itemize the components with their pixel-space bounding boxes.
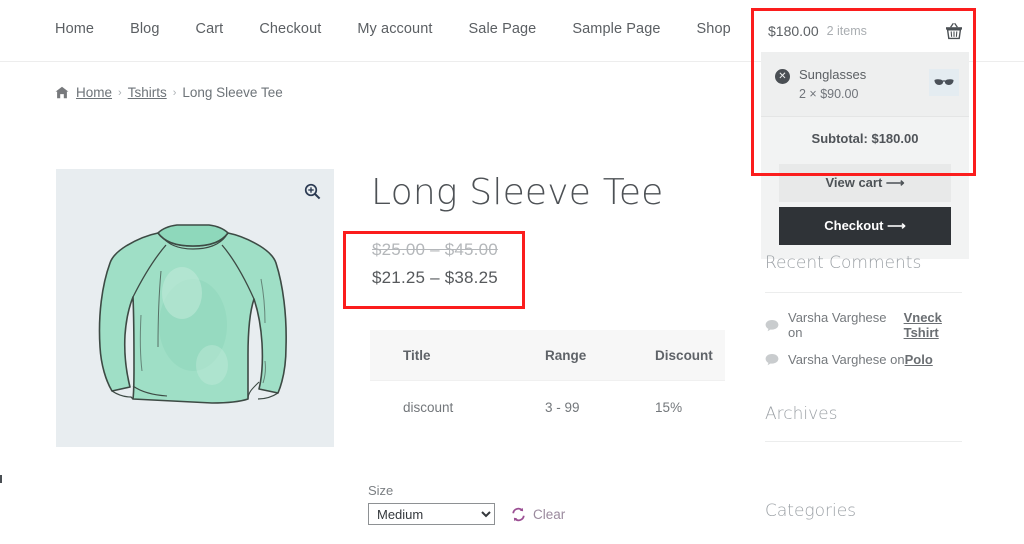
cart-item-name[interactable]: Sunglasses — [799, 67, 929, 82]
size-row: Medium Clear — [368, 503, 565, 525]
clear-variations-link[interactable]: Clear — [511, 507, 565, 522]
price-block: $25.00 – $45.00 $21.25 – $38.25 — [372, 240, 498, 288]
nav-item-checkout[interactable]: Checkout — [259, 21, 321, 37]
divider — [765, 292, 962, 293]
shopping-basket-icon[interactable] — [945, 22, 963, 45]
recent-comments-list: Varsha Varghese on Vneck Tshirt Varsha V… — [765, 310, 980, 379]
page-root: Home Blog Cart Checkout My account Sale … — [0, 0, 1024, 544]
size-label: Size — [368, 483, 394, 498]
cart-item-list: ✕ Sunglasses 2 × $90.00 Subtotal: $180.0… — [761, 52, 969, 259]
main-navigation: Home Blog Cart Checkout My account Sale … — [55, 21, 731, 37]
page-edge-marker — [0, 475, 2, 483]
comment-bubble-icon — [765, 353, 779, 366]
magnifier-plus-icon[interactable] — [300, 179, 324, 203]
cart-subtotal: Subtotal: $180.00 — [761, 116, 969, 160]
cart-total: $180.00 — [768, 23, 819, 39]
table-header-discount: Discount — [655, 348, 713, 363]
size-select[interactable]: Medium — [368, 503, 495, 525]
checkout-button[interactable]: Checkout ⟶ — [779, 207, 951, 245]
breadcrumb: Home › Tshirts › Long Sleeve Tee — [55, 85, 283, 100]
nav-item-home[interactable]: Home — [55, 21, 94, 37]
sidebar: $180.00 2 items ✕ Sunglasses 2 × $90.00 … — [745, 0, 1024, 544]
list-item: ✕ Sunglasses 2 × $90.00 — [761, 52, 969, 116]
product-gallery[interactable] — [56, 169, 334, 447]
table-header-title: Title — [403, 348, 431, 363]
nav-item-sale-page[interactable]: Sale Page — [469, 21, 537, 37]
cart-buttons: View cart ⟶ Checkout ⟶ — [761, 160, 969, 259]
table-header-row: Title Range Discount — [370, 330, 725, 381]
cart-item-count: 2 items — [826, 24, 867, 38]
breadcrumb-link-home[interactable]: Home — [76, 85, 112, 100]
comment-post-link[interactable]: Polo — [905, 352, 933, 367]
cart-summary-row: $180.00 2 items — [761, 10, 969, 52]
recent-comments-heading: Recent Comments — [765, 253, 922, 273]
view-cart-button[interactable]: View cart ⟶ — [779, 164, 951, 202]
nav-item-cart[interactable]: Cart — [196, 21, 224, 37]
cell-discount: 15% — [622, 380, 725, 434]
price-sale: $21.25 – $38.25 — [372, 268, 498, 287]
product-variations: Size Medium Clear — [368, 483, 565, 525]
home-icon — [55, 86, 69, 99]
nav-item-sample-page[interactable]: Sample Page — [572, 21, 660, 37]
cart-item-details: Sunglasses 2 × $90.00 — [799, 67, 929, 101]
close-circle-icon[interactable]: ✕ — [775, 69, 790, 84]
archives-heading: Archives — [765, 404, 838, 424]
breadcrumb-separator-1: › — [118, 86, 122, 99]
breadcrumb-current: Long Sleeve Tee — [182, 85, 283, 100]
list-item: Varsha Varghese on Polo — [765, 352, 980, 367]
page-title: Long Sleeve Tee — [371, 172, 664, 213]
comment-author-text: Varsha Varghese on — [788, 352, 905, 367]
categories-heading: Categories — [765, 501, 857, 521]
mini-cart-widget: $180.00 2 items ✕ Sunglasses 2 × $90.00 … — [761, 10, 969, 259]
comment-post-link[interactable]: Vneck Tshirt — [904, 310, 980, 340]
divider — [765, 441, 962, 442]
comment-bubble-icon — [765, 319, 779, 332]
refresh-icon — [511, 507, 526, 522]
breadcrumb-separator-2: › — [172, 86, 177, 99]
breadcrumb-link-tshirts[interactable]: Tshirts — [128, 85, 167, 100]
sunglasses-icon — [929, 69, 959, 96]
nav-item-blog[interactable]: Blog — [130, 21, 159, 37]
cart-item-quantity: 2 × $90.00 — [799, 87, 859, 101]
cell-range: 3 - 99 — [512, 380, 623, 434]
comment-author-text: Varsha Varghese on — [788, 310, 887, 340]
nav-item-shop[interactable]: Shop — [697, 21, 731, 37]
nav-item-my-account[interactable]: My account — [357, 21, 432, 37]
price-original: $25.00 – $45.00 — [372, 240, 498, 259]
table-header-range: Range — [545, 348, 587, 363]
list-item: Varsha Varghese on Vneck Tshirt — [765, 310, 980, 340]
product-image-long-sleeve-tee — [56, 169, 334, 447]
clear-label: Clear — [533, 506, 566, 522]
table-row: discount 3 - 99 15% — [370, 380, 725, 434]
cell-title: discount — [370, 380, 512, 434]
discount-table: Title Range Discount discount 3 - 99 15% — [370, 330, 725, 434]
